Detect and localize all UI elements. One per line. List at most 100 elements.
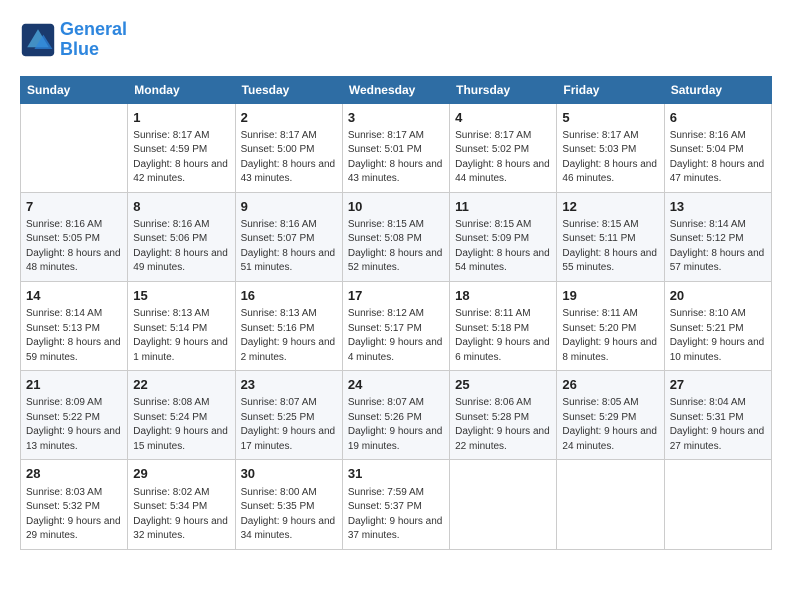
day-number: 2	[241, 109, 337, 127]
day-info: Sunrise: 8:17 AMSunset: 5:02 PMDaylight:…	[455, 129, 551, 187]
day-number: 15	[133, 287, 229, 305]
day-info: Sunrise: 8:11 AMSunset: 5:20 PMDaylight:…	[562, 307, 658, 365]
day-number: 22	[133, 376, 229, 394]
day-cell: 18 Sunrise: 8:11 AMSunset: 5:18 PMDayligh…	[450, 281, 557, 370]
day-cell	[450, 460, 557, 549]
day-cell	[21, 103, 128, 192]
day-cell: 29 Sunrise: 8:02 AMSunset: 5:34 PMDayligh…	[128, 460, 235, 549]
day-info: Sunrise: 8:00 AMSunset: 5:35 PMDaylight:…	[241, 486, 337, 544]
day-number: 3	[348, 109, 444, 127]
week-row-3: 14 Sunrise: 8:14 AMSunset: 5:13 PMDayligh…	[21, 281, 772, 370]
day-number: 6	[670, 109, 766, 127]
day-info: Sunrise: 8:16 AMSunset: 5:05 PMDaylight:…	[26, 218, 122, 276]
day-cell: 16 Sunrise: 8:13 AMSunset: 5:16 PMDayligh…	[235, 281, 342, 370]
day-cell: 6 Sunrise: 8:16 AMSunset: 5:04 PMDaylight…	[664, 103, 771, 192]
logo: General Blue	[20, 20, 127, 60]
day-number: 21	[26, 376, 122, 394]
day-info: Sunrise: 8:09 AMSunset: 5:22 PMDaylight:…	[26, 396, 122, 454]
day-info: Sunrise: 8:16 AMSunset: 5:04 PMDaylight:…	[670, 129, 766, 187]
day-info: Sunrise: 8:07 AMSunset: 5:26 PMDaylight:…	[348, 396, 444, 454]
day-number: 10	[348, 198, 444, 216]
day-info: Sunrise: 8:17 AMSunset: 4:59 PMDaylight:…	[133, 129, 229, 187]
day-header-monday: Monday	[128, 76, 235, 103]
day-number: 19	[562, 287, 658, 305]
day-cell: 9Sunrise: 8:16 AMSunset: 5:07 PMDaylight…	[235, 192, 342, 281]
day-info: Sunrise: 8:07 AMSunset: 5:25 PMDaylight:…	[241, 396, 337, 454]
day-number: 5	[562, 109, 658, 127]
day-number: 25	[455, 376, 551, 394]
day-cell: 30 Sunrise: 8:00 AMSunset: 5:35 PMDayligh…	[235, 460, 342, 549]
day-cell: 22 Sunrise: 8:08 AMSunset: 5:24 PMDayligh…	[128, 371, 235, 460]
logo-icon	[20, 22, 56, 58]
day-cell: 31 Sunrise: 7:59 AMSunset: 5:37 PMDayligh…	[342, 460, 449, 549]
day-info: Sunrise: 8:16 AMSunset: 5:06 PMDaylight:…	[133, 218, 229, 276]
day-cell: 12 Sunrise: 8:15 AMSunset: 5:11 PMDayligh…	[557, 192, 664, 281]
day-info: Sunrise: 8:15 AMSunset: 5:08 PMDaylight:…	[348, 218, 444, 276]
day-number: 13	[670, 198, 766, 216]
day-info: Sunrise: 8:14 AMSunset: 5:13 PMDaylight:…	[26, 307, 122, 365]
day-cell: 3 Sunrise: 8:17 AMSunset: 5:01 PMDaylight…	[342, 103, 449, 192]
day-cell: 21 Sunrise: 8:09 AMSunset: 5:22 PMDayligh…	[21, 371, 128, 460]
day-cell: 15Sunrise: 8:13 AMSunset: 5:14 PMDayligh…	[128, 281, 235, 370]
week-row-2: 7Sunrise: 8:16 AMSunset: 5:05 PMDaylight…	[21, 192, 772, 281]
day-info: Sunrise: 8:14 AMSunset: 5:12 PMDaylight:…	[670, 218, 766, 276]
day-number: 17	[348, 287, 444, 305]
day-cell: 11 Sunrise: 8:15 AMSunset: 5:09 PMDayligh…	[450, 192, 557, 281]
day-number: 18	[455, 287, 551, 305]
day-cell	[557, 460, 664, 549]
day-info: Sunrise: 8:17 AMSunset: 5:00 PMDaylight:…	[241, 129, 337, 187]
week-row-5: 28Sunrise: 8:03 AMSunset: 5:32 PMDayligh…	[21, 460, 772, 549]
day-cell: 17 Sunrise: 8:12 AMSunset: 5:17 PMDayligh…	[342, 281, 449, 370]
calendar-table: SundayMondayTuesdayWednesdayThursdayFrid…	[20, 76, 772, 550]
day-cell: 27Sunrise: 8:04 AMSunset: 5:31 PMDayligh…	[664, 371, 771, 460]
day-cell: 24 Sunrise: 8:07 AMSunset: 5:26 PMDayligh…	[342, 371, 449, 460]
day-cell: 1 Sunrise: 8:17 AMSunset: 4:59 PMDaylight…	[128, 103, 235, 192]
day-number: 1	[133, 109, 229, 127]
day-number: 11	[455, 198, 551, 216]
week-row-4: 21 Sunrise: 8:09 AMSunset: 5:22 PMDayligh…	[21, 371, 772, 460]
day-cell: 20Sunrise: 8:10 AMSunset: 5:21 PMDayligh…	[664, 281, 771, 370]
day-header-sunday: Sunday	[21, 76, 128, 103]
day-number: 9	[241, 198, 337, 216]
day-cell: 23Sunrise: 8:07 AMSunset: 5:25 PMDayligh…	[235, 371, 342, 460]
day-number: 28	[26, 465, 122, 483]
day-number: 12	[562, 198, 658, 216]
day-info: Sunrise: 8:17 AMSunset: 5:01 PMDaylight:…	[348, 129, 444, 187]
day-info: Sunrise: 8:02 AMSunset: 5:34 PMDaylight:…	[133, 486, 229, 544]
day-cell: 4 Sunrise: 8:17 AMSunset: 5:02 PMDaylight…	[450, 103, 557, 192]
day-cell: 28Sunrise: 8:03 AMSunset: 5:32 PMDayligh…	[21, 460, 128, 549]
day-info: Sunrise: 7:59 AMSunset: 5:37 PMDaylight:…	[348, 486, 444, 544]
day-header-friday: Friday	[557, 76, 664, 103]
day-cell	[664, 460, 771, 549]
logo-text: General Blue	[60, 20, 127, 60]
day-info: Sunrise: 8:11 AMSunset: 5:18 PMDaylight:…	[455, 307, 551, 365]
day-number: 16	[241, 287, 337, 305]
day-cell: 14 Sunrise: 8:14 AMSunset: 5:13 PMDayligh…	[21, 281, 128, 370]
day-cell: 7Sunrise: 8:16 AMSunset: 5:05 PMDaylight…	[21, 192, 128, 281]
day-cell: 5Sunrise: 8:17 AMSunset: 5:03 PMDaylight…	[557, 103, 664, 192]
day-header-tuesday: Tuesday	[235, 76, 342, 103]
day-cell: 26 Sunrise: 8:05 AMSunset: 5:29 PMDayligh…	[557, 371, 664, 460]
day-number: 24	[348, 376, 444, 394]
day-header-thursday: Thursday	[450, 76, 557, 103]
day-info: Sunrise: 8:15 AMSunset: 5:09 PMDaylight:…	[455, 218, 551, 276]
day-info: Sunrise: 8:13 AMSunset: 5:16 PMDaylight:…	[241, 307, 337, 365]
day-number: 20	[670, 287, 766, 305]
day-cell: 10 Sunrise: 8:15 AMSunset: 5:08 PMDayligh…	[342, 192, 449, 281]
day-info: Sunrise: 8:15 AMSunset: 5:11 PMDaylight:…	[562, 218, 658, 276]
day-number: 14	[26, 287, 122, 305]
day-info: Sunrise: 8:12 AMSunset: 5:17 PMDaylight:…	[348, 307, 444, 365]
day-info: Sunrise: 8:05 AMSunset: 5:29 PMDaylight:…	[562, 396, 658, 454]
day-cell: 13 Sunrise: 8:14 AMSunset: 5:12 PMDayligh…	[664, 192, 771, 281]
day-cell: 25Sunrise: 8:06 AMSunset: 5:28 PMDayligh…	[450, 371, 557, 460]
day-info: Sunrise: 8:08 AMSunset: 5:24 PMDaylight:…	[133, 396, 229, 454]
day-number: 31	[348, 465, 444, 483]
day-number: 8	[133, 198, 229, 216]
day-number: 4	[455, 109, 551, 127]
page-header: General Blue	[20, 20, 772, 60]
header-row: SundayMondayTuesdayWednesdayThursdayFrid…	[21, 76, 772, 103]
day-number: 29	[133, 465, 229, 483]
day-cell: 2 Sunrise: 8:17 AMSunset: 5:00 PMDaylight…	[235, 103, 342, 192]
day-number: 26	[562, 376, 658, 394]
day-number: 30	[241, 465, 337, 483]
